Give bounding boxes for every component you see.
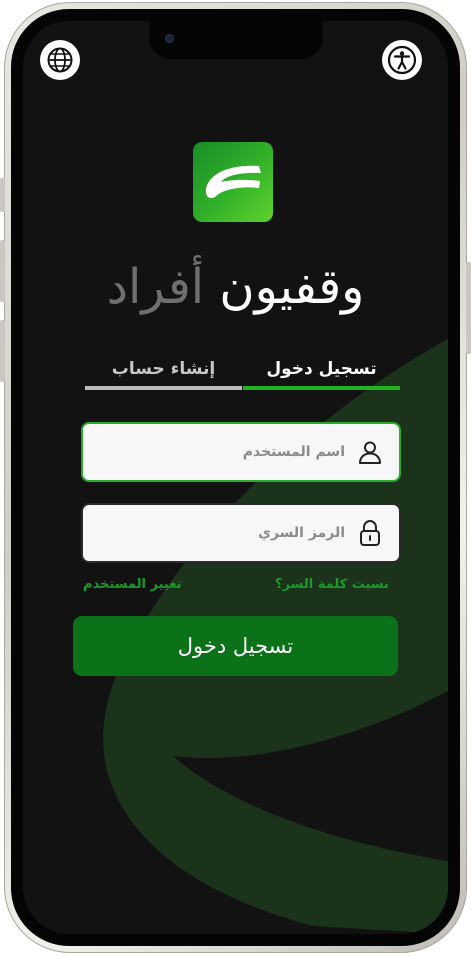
lock-icon	[355, 518, 385, 548]
username-field	[81, 422, 401, 482]
brand-name: وقفيون أفراد	[23, 257, 448, 317]
change-user-link[interactable]: تغيير المستخدم	[83, 577, 181, 592]
login-button[interactable]: تسجيل دخول	[73, 616, 398, 676]
tab-register[interactable]: إنشاء حساب	[85, 354, 242, 390]
brand-name-part2: أفراد	[106, 259, 205, 315]
globe-icon	[47, 47, 73, 73]
front-camera	[165, 34, 174, 43]
accessibility-icon	[387, 45, 417, 75]
language-button[interactable]	[40, 40, 80, 80]
tab-login[interactable]: تسجيل دخول	[243, 354, 400, 390]
auth-tabs: تسجيل دخول إنشاء حساب	[85, 354, 400, 392]
app-screen: وقفيون أفراد تسجيل دخول إنشاء حساب نسيت …	[23, 21, 448, 934]
volume-up-button	[0, 240, 5, 302]
power-button	[466, 262, 471, 354]
brand-name-part1: وقفيون	[219, 259, 365, 315]
username-input[interactable]	[83, 432, 345, 472]
silent-switch	[0, 178, 5, 212]
user-icon	[355, 437, 385, 467]
password-input[interactable]	[83, 513, 345, 553]
app-logo-icon	[193, 142, 273, 222]
forgot-password-link[interactable]: نسيت كلمة السر؟	[275, 577, 389, 592]
notch	[149, 21, 323, 59]
password-field	[81, 503, 401, 563]
accessibility-button[interactable]	[382, 40, 422, 80]
volume-down-button	[0, 320, 5, 382]
